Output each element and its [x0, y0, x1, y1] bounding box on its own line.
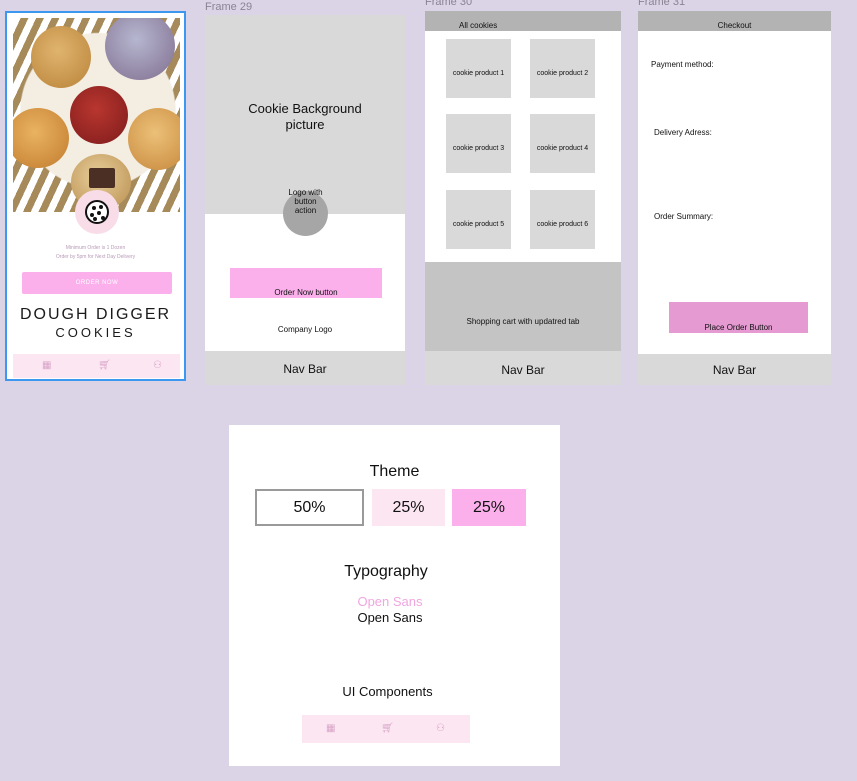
shopping-cart-text: Shopping cart with updatred tab	[466, 317, 580, 326]
place-order-button[interactable]: Place Order Button	[669, 302, 808, 333]
nav-bar-placeholder: Nav Bar	[205, 351, 405, 385]
nav-bar-placeholder: Nav Bar	[638, 354, 831, 385]
tagline-line-2: Order by 5pm for Next Day Delivery	[55, 254, 136, 260]
cookie-logo-icon	[85, 200, 109, 224]
frame-31-label: Frame 31	[638, 0, 686, 8]
product-label: cookie product 4	[536, 145, 589, 152]
home-nav-bar: ▦ 🛒︎ ⚇	[13, 354, 180, 378]
order-now-button[interactable]: ORDER NOW	[22, 272, 172, 294]
order-now-placeholder[interactable]: Order Now button	[230, 268, 382, 298]
order-now-placeholder-text: Order Now button	[274, 288, 338, 297]
product-label: cookie product 6	[536, 221, 589, 228]
all-cookies-title: All cookies	[459, 21, 498, 30]
frame-29-label: Frame 29	[205, 1, 253, 13]
product-label: cookie product 5	[452, 221, 505, 228]
frame-30: All cookies cookie product 1 cookie prod…	[425, 11, 621, 385]
swatch-white: 50%	[255, 489, 364, 526]
logo-placeholder-text: Logo with button action	[288, 188, 323, 215]
hero-image	[13, 18, 180, 212]
product-card[interactable]: cookie product 5	[446, 190, 511, 249]
grid-icon[interactable]: ▦	[42, 360, 51, 372]
product-label: cookie product 3	[452, 145, 505, 152]
product-card[interactable]: cookie product 1	[446, 39, 511, 98]
payment-method-label: Payment method:	[651, 60, 714, 69]
swatch-light-pink-percent: 25%	[392, 499, 425, 516]
nav-bar-label: Nav Bar	[501, 363, 545, 377]
home-frame[interactable]: Minimum Order is 1 Dozen Order by 5pm fo…	[5, 11, 186, 381]
product-card[interactable]: cookie product 2	[530, 39, 595, 98]
background-placeholder-text: Cookie Background picture	[248, 101, 362, 132]
logo-button-placeholder[interactable]: Logo with button action	[283, 188, 328, 236]
swatch-light-pink: 25%	[372, 489, 445, 526]
product-label: cookie product 1	[452, 70, 505, 77]
swatch-white-percent: 50%	[293, 499, 326, 516]
brand-subtitle: COOKIES	[55, 325, 136, 340]
nav-bar-placeholder: Nav Bar	[425, 351, 621, 385]
user-icon[interactable]: ⚇	[153, 360, 162, 372]
cart-icon[interactable]: 🛒︎	[98, 360, 111, 372]
cart-icon[interactable]: 🛒︎	[381, 723, 394, 735]
company-logo-placeholder: Company Logo	[277, 325, 333, 334]
style-guide-board: Theme 50% 25% 25% Typography Open Sans O…	[229, 425, 560, 766]
product-card[interactable]: cookie product 6	[530, 190, 595, 249]
grid-icon[interactable]: ▦	[326, 723, 335, 735]
checkout-title: Checkout	[717, 21, 752, 30]
brand-name: DOUGH DIGGER	[19, 306, 172, 323]
checkout-header: Checkout	[638, 11, 831, 31]
component-nav-bar: ▦ 🛒︎ ⚇	[302, 715, 470, 743]
ui-components-title: UI Components	[342, 684, 433, 699]
font-sample-pink: Open Sans	[357, 594, 423, 609]
user-icon[interactable]: ⚇	[436, 723, 445, 735]
shopping-cart-placeholder[interactable]: Shopping cart with updatred tab	[425, 262, 621, 351]
nav-bar-label: Nav Bar	[712, 363, 757, 377]
frame-30-label: Frame 30	[425, 0, 473, 8]
frame-31: Checkout Payment method: Delivery Adress…	[638, 11, 831, 385]
font-sample-black: Open Sans	[357, 610, 423, 625]
product-card[interactable]: cookie product 4	[530, 114, 595, 173]
product-label: cookie product 2	[536, 70, 589, 77]
swatch-pink-percent: 25%	[472, 499, 506, 516]
place-order-text: Place Order Button	[704, 323, 773, 332]
all-cookies-header: All cookies	[425, 11, 621, 31]
product-card[interactable]: cookie product 3	[446, 114, 511, 173]
background-picture-placeholder: Cookie Background picture	[205, 15, 405, 214]
delivery-address-label: Delivery Adress:	[654, 128, 712, 137]
logo-circle[interactable]	[75, 190, 119, 234]
swatch-pink: 25%	[452, 489, 526, 526]
tagline-line-1: Minimum Order is 1 Dozen	[65, 245, 126, 251]
nav-bar-label: Nav Bar	[283, 362, 327, 376]
frame-29: Cookie Background picture Logo with butt…	[205, 15, 405, 385]
typography-title: Typography	[344, 563, 428, 580]
theme-title: Theme	[369, 463, 420, 480]
order-summary-label: Order Summary:	[654, 212, 714, 221]
